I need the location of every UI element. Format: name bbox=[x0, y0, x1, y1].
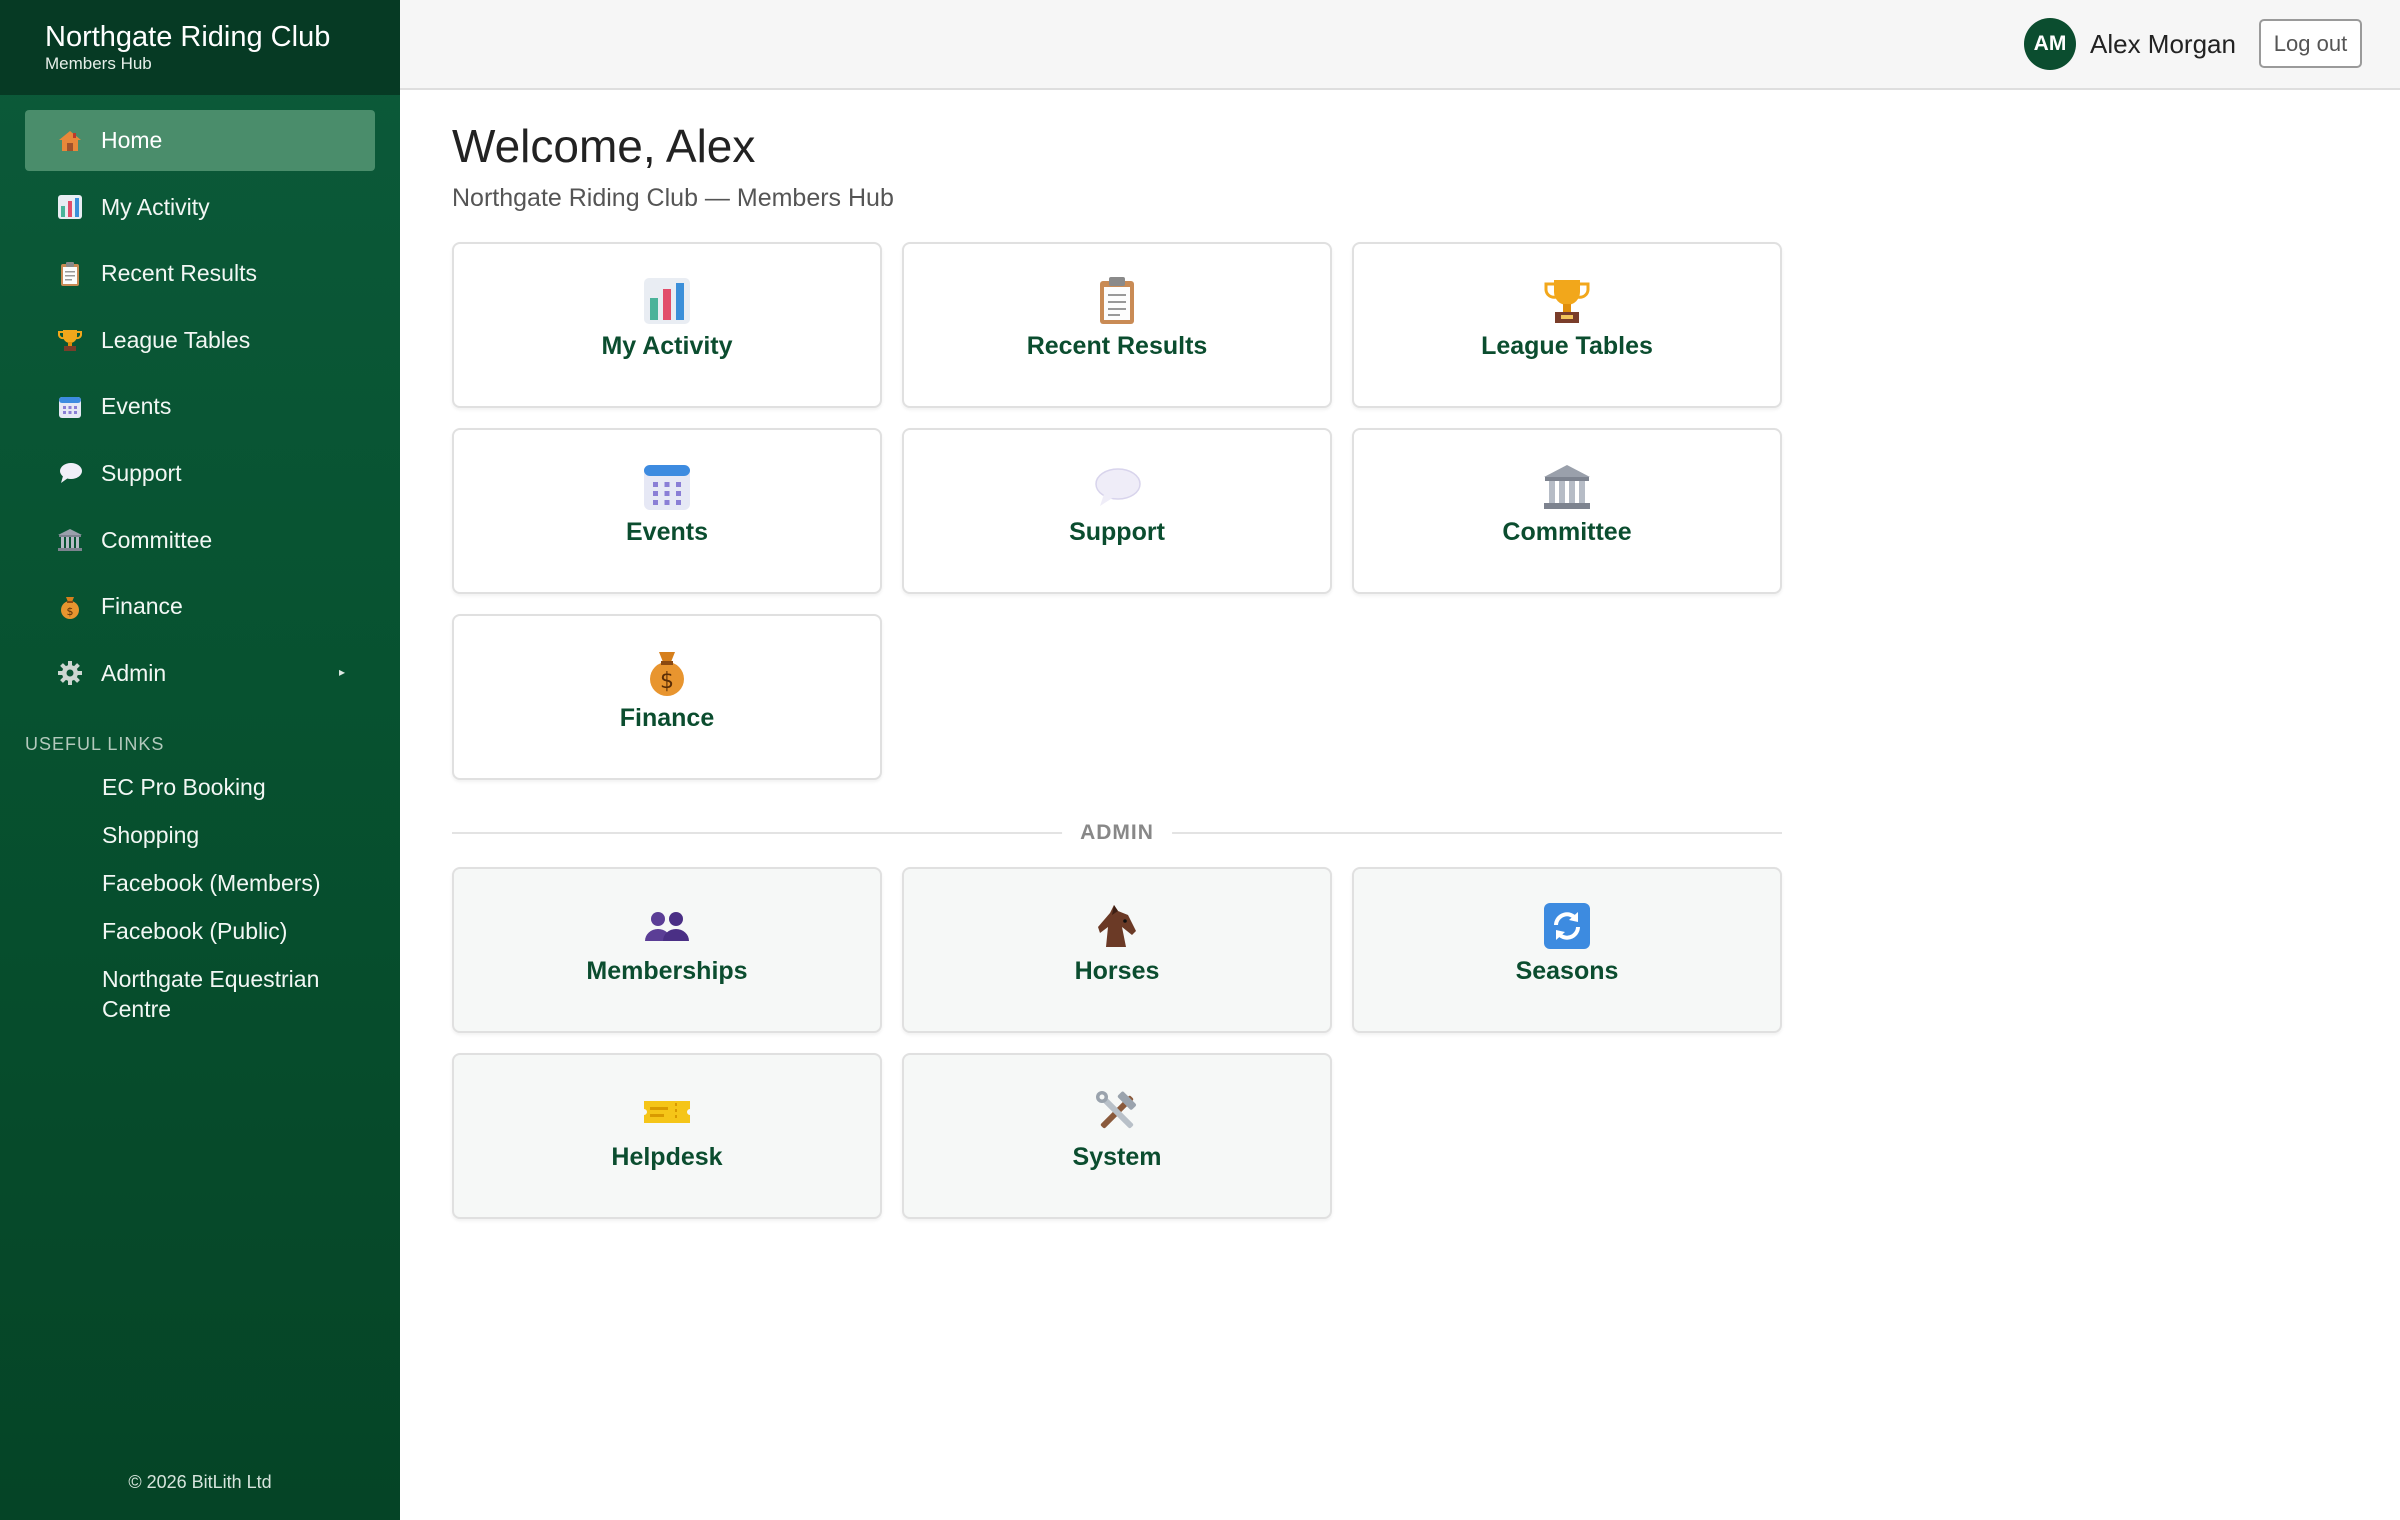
clipboard-icon bbox=[1090, 274, 1144, 328]
tile-horses[interactable]: Horses bbox=[902, 867, 1332, 1033]
top-bar: AM Alex Morgan Log out bbox=[400, 0, 2400, 90]
speech-bubble-icon bbox=[55, 458, 85, 488]
house-icon bbox=[55, 126, 85, 156]
gear-icon bbox=[55, 658, 85, 688]
tile-committee[interactable]: Committee bbox=[1352, 428, 1782, 594]
logout-button[interactable]: Log out bbox=[2259, 19, 2362, 68]
main-content: Welcome, Alex Northgate Riding Club — Me… bbox=[452, 90, 1782, 1219]
tile-label: League Tables bbox=[1481, 332, 1653, 360]
page-subtitle: Northgate Riding Club — Members Hub bbox=[452, 184, 894, 212]
tile-memberships[interactable]: Memberships bbox=[452, 867, 882, 1033]
useful-links-heading: USEFUL LINKS bbox=[25, 733, 165, 754]
tile-events[interactable]: Events bbox=[452, 428, 882, 594]
sidebar-item-finance[interactable]: $ Finance bbox=[25, 576, 375, 637]
sidebar-item-label: My Activity bbox=[101, 193, 210, 220]
sidebar-item-home[interactable]: Home bbox=[25, 110, 375, 171]
svg-text:$: $ bbox=[660, 669, 674, 694]
trophy-icon bbox=[55, 325, 85, 355]
admin-tile-grid: Memberships Horses Seasons Helpdesk Syst… bbox=[452, 867, 1782, 1219]
sidebar-item-events[interactable]: Events bbox=[25, 376, 375, 437]
tile-system[interactable]: System bbox=[902, 1053, 1332, 1219]
sidebar-item-league-tables[interactable]: League Tables bbox=[25, 310, 375, 371]
calendar-icon bbox=[640, 460, 694, 514]
tile-support[interactable]: Support bbox=[902, 428, 1332, 594]
user-name: Alex Morgan bbox=[2090, 29, 2236, 59]
tile-label: Recent Results bbox=[1026, 332, 1208, 360]
tools-icon bbox=[1090, 1085, 1144, 1139]
clipboard-icon bbox=[55, 259, 85, 289]
tile-label: Horses bbox=[1074, 957, 1160, 985]
sidebar-item-label: Admin bbox=[101, 659, 167, 686]
sidebar-item-support[interactable]: Support bbox=[25, 443, 375, 504]
chevron-right-icon: ▸ bbox=[338, 664, 345, 679]
brand: Northgate Riding Club Members Hub bbox=[0, 0, 400, 95]
classical-building-icon bbox=[55, 525, 85, 555]
people-icon bbox=[640, 899, 694, 953]
tile-helpdesk[interactable]: Helpdesk bbox=[452, 1053, 882, 1219]
money-bag-icon: $ bbox=[640, 646, 694, 700]
trophy-icon bbox=[1540, 274, 1594, 328]
tile-label: Events bbox=[626, 518, 708, 546]
tile-finance[interactable]: $ Finance bbox=[452, 614, 882, 780]
tile-label: Finance bbox=[619, 704, 715, 732]
sidebar: Northgate Riding Club Members Hub Home M… bbox=[0, 0, 400, 1520]
brand-title: Northgate Riding Club bbox=[45, 21, 331, 53]
page-title: Welcome, Alex bbox=[452, 120, 756, 172]
sidebar-item-my-activity[interactable]: My Activity bbox=[25, 177, 375, 238]
tile-label: Memberships bbox=[586, 957, 748, 985]
calendar-icon bbox=[55, 392, 85, 422]
sidebar-item-label: Support bbox=[101, 459, 182, 486]
tile-label: My Activity bbox=[601, 332, 733, 360]
useful-links-list: EC Pro Booking Shopping Facebook (Member… bbox=[0, 763, 400, 1033]
sidebar-item-label: Committee bbox=[101, 526, 213, 553]
admin-divider: ADMIN bbox=[452, 821, 1782, 845]
bar-chart-icon bbox=[640, 274, 694, 328]
link-northgate-equestrian-centre[interactable]: Northgate Equestrian Centre bbox=[0, 955, 400, 1033]
speech-bubble-icon bbox=[1090, 460, 1144, 514]
tile-seasons[interactable]: Seasons bbox=[1352, 867, 1782, 1033]
sidebar-item-recent-results[interactable]: Recent Results bbox=[25, 243, 375, 304]
bar-chart-icon bbox=[55, 192, 85, 222]
tile-label: Helpdesk bbox=[611, 1143, 723, 1171]
sidebar-nav: Home My Activity Recent Results League T… bbox=[0, 95, 400, 704]
tile-label: Committee bbox=[1502, 518, 1632, 546]
tile-league-tables[interactable]: League Tables bbox=[1352, 242, 1782, 408]
tile-recent-results[interactable]: Recent Results bbox=[902, 242, 1332, 408]
sidebar-item-label: Events bbox=[101, 393, 172, 420]
tile-my-activity[interactable]: My Activity bbox=[452, 242, 882, 408]
link-ec-pro-booking[interactable]: EC Pro Booking bbox=[0, 763, 400, 811]
tile-label: System bbox=[1072, 1143, 1162, 1171]
ticket-icon bbox=[640, 1085, 694, 1139]
tile-label: Seasons bbox=[1515, 957, 1619, 985]
tile-grid: My Activity Recent Results League Tables… bbox=[452, 242, 1782, 780]
sidebar-item-label: Recent Results bbox=[101, 260, 257, 287]
sidebar-item-label: League Tables bbox=[101, 326, 251, 353]
classical-building-icon bbox=[1540, 460, 1594, 514]
link-facebook-public[interactable]: Facebook (Public) bbox=[0, 907, 400, 955]
refresh-icon bbox=[1540, 899, 1594, 953]
svg-text:$: $ bbox=[67, 605, 74, 618]
copyright: © 2026 BitLith Ltd bbox=[128, 1472, 272, 1492]
sidebar-item-label: Home bbox=[101, 127, 163, 153]
sidebar-item-admin[interactable]: Admin ▸ bbox=[25, 643, 375, 704]
sidebar-item-label: Finance bbox=[101, 593, 183, 620]
avatar[interactable]: AM bbox=[2024, 18, 2076, 70]
link-shopping[interactable]: Shopping bbox=[0, 811, 400, 859]
link-facebook-members[interactable]: Facebook (Members) bbox=[0, 859, 400, 907]
horse-head-icon bbox=[1090, 899, 1144, 953]
sidebar-item-committee[interactable]: Committee bbox=[25, 510, 375, 571]
admin-section-label: ADMIN bbox=[1062, 821, 1172, 845]
money-bag-icon: $ bbox=[55, 592, 85, 622]
brand-subtitle: Members Hub bbox=[45, 54, 152, 73]
tile-label: Support bbox=[1069, 518, 1165, 546]
